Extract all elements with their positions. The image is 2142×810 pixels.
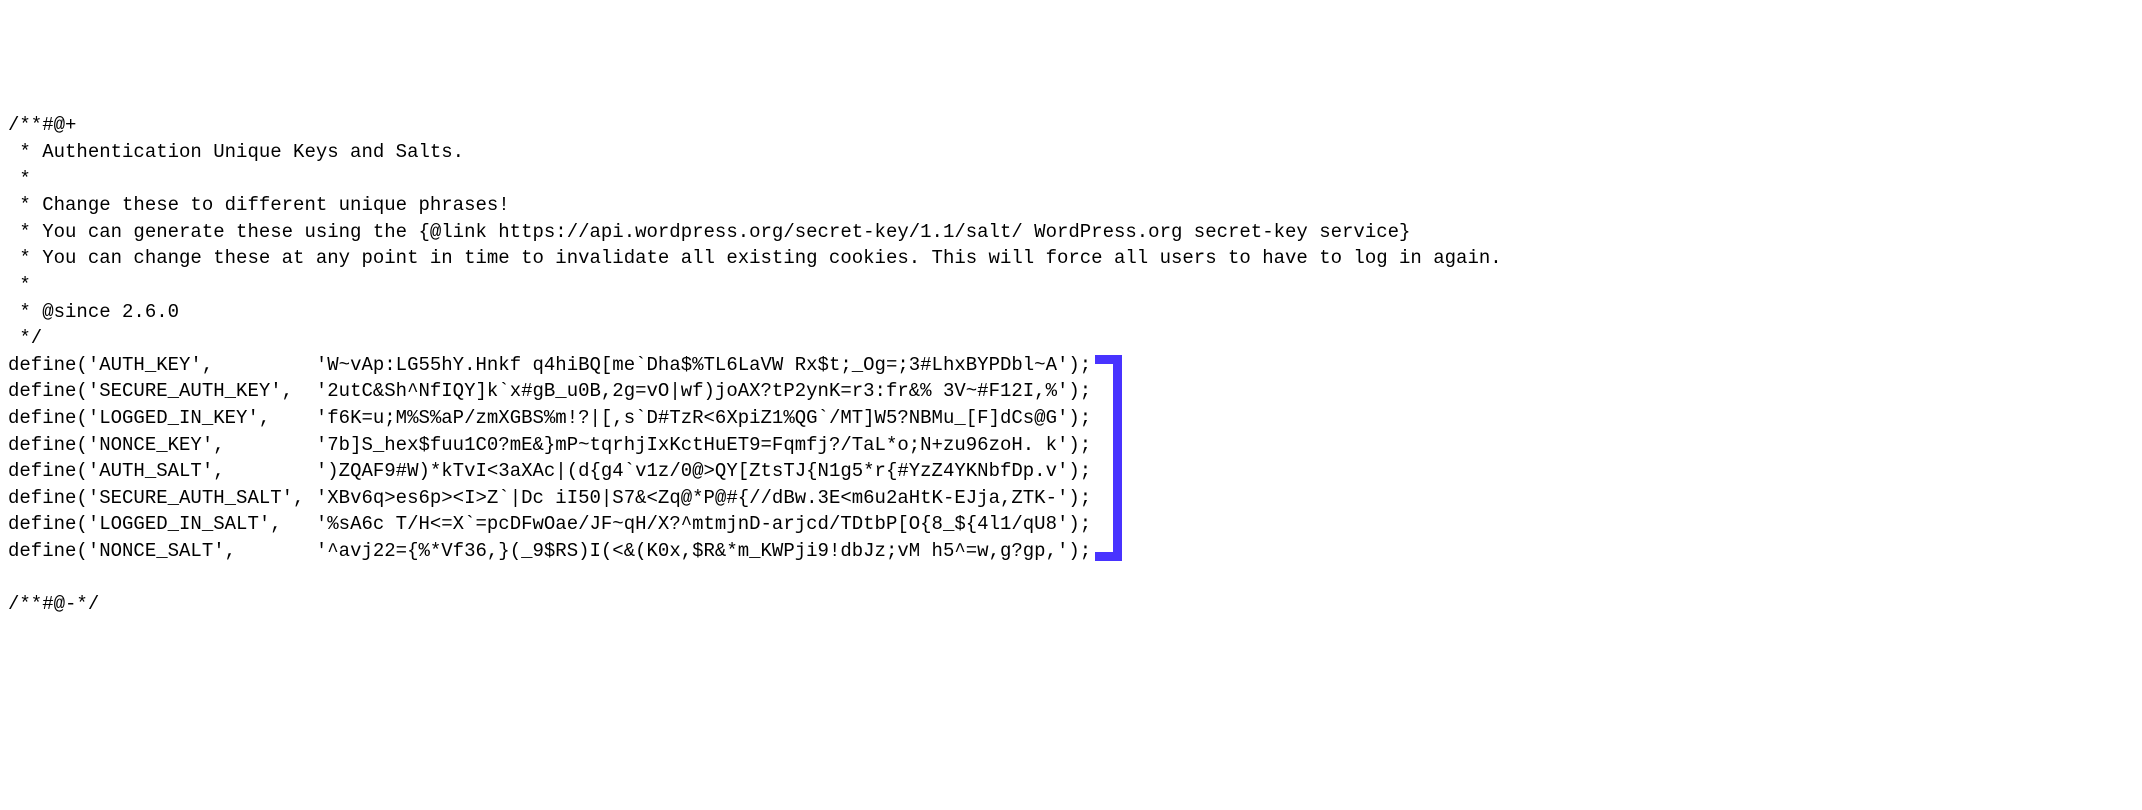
- define-key: define('AUTH_SALT',: [8, 460, 316, 482]
- define-line: define('LOGGED_IN_SALT', '%sA6c T/H<=X`=…: [8, 513, 1091, 535]
- define-line: define('NONCE_KEY', '7b]S_hex$fuu1C0?mE&…: [8, 434, 1091, 456]
- define-value: '2utC&Sh^NfIQY]k`x#gB_u0B,2g=vO|wf)joAX?…: [316, 380, 1091, 402]
- define-line: define('SECURE_AUTH_SALT', 'XBv6q>es6p><…: [8, 487, 1091, 509]
- define-key: define('LOGGED_IN_SALT',: [8, 513, 316, 535]
- define-value: '%sA6c T/H<=X`=pcDFwOae/JF~qH/X?^mtmjnD-…: [316, 513, 1091, 535]
- comment-line: * You can change these at any point in t…: [8, 247, 1502, 269]
- blank-line: [8, 566, 19, 588]
- define-key: define('NONCE_SALT',: [8, 540, 316, 562]
- define-key: define('AUTH_KEY',: [8, 354, 316, 376]
- define-key: define('LOGGED_IN_KEY',: [8, 407, 316, 429]
- comment-line: *: [8, 168, 31, 190]
- define-value: 'XBv6q>es6p><I>Z`|Dc iI50|S7&<Zq@*P@#{//…: [316, 487, 1091, 509]
- comment-line: /**#@+: [8, 114, 76, 136]
- define-value: '7b]S_hex$fuu1C0?mE&}mP~tqrhjIxKctHuET9=…: [316, 434, 1091, 456]
- define-value: ')ZQAF9#W)*kTvI<3aXAc|(d{g4`v1z/0@>QY[Zt…: [316, 460, 1091, 482]
- define-line: define('AUTH_KEY', 'W~vAp:LG55hY.Hnkf q4…: [8, 354, 1091, 376]
- comment-line: * Change these to different unique phras…: [8, 194, 510, 216]
- code-block: /**#@+ * Authentication Unique Keys and …: [8, 112, 2134, 617]
- define-key: define('SECURE_AUTH_SALT',: [8, 487, 316, 509]
- define-value: '^avj22={%*Vf36,}(_9$RS)I(<&(K0x,$R&*m_K…: [316, 540, 1091, 562]
- comment-line: */: [8, 327, 42, 349]
- define-key: define('NONCE_KEY',: [8, 434, 316, 456]
- define-line: define('AUTH_SALT', ')ZQAF9#W)*kTvI<3aXA…: [8, 460, 1091, 482]
- comment-line: * You can generate these using the {@lin…: [8, 221, 1410, 243]
- define-line: define('LOGGED_IN_KEY', 'f6K=u;M%S%aP/zm…: [8, 407, 1091, 429]
- define-value: 'f6K=u;M%S%aP/zmXGBS%m!?|[,s`D#TzR<6XpiZ…: [316, 407, 1091, 429]
- define-line: define('SECURE_AUTH_KEY', '2utC&Sh^NfIQY…: [8, 380, 1091, 402]
- comment-line: * @since 2.6.0: [8, 301, 179, 323]
- define-key: define('SECURE_AUTH_KEY',: [8, 380, 316, 402]
- bracket-annotation-icon: [1095, 355, 1122, 561]
- define-value: 'W~vAp:LG55hY.Hnkf q4hiBQ[me`Dha$%TL6LaV…: [316, 354, 1091, 376]
- comment-line: * Authentication Unique Keys and Salts.: [8, 141, 464, 163]
- define-line: define('NONCE_SALT', '^avj22={%*Vf36,}(_…: [8, 540, 1091, 562]
- comment-line-footer: /**#@-*/: [8, 593, 99, 615]
- comment-line: *: [8, 274, 31, 296]
